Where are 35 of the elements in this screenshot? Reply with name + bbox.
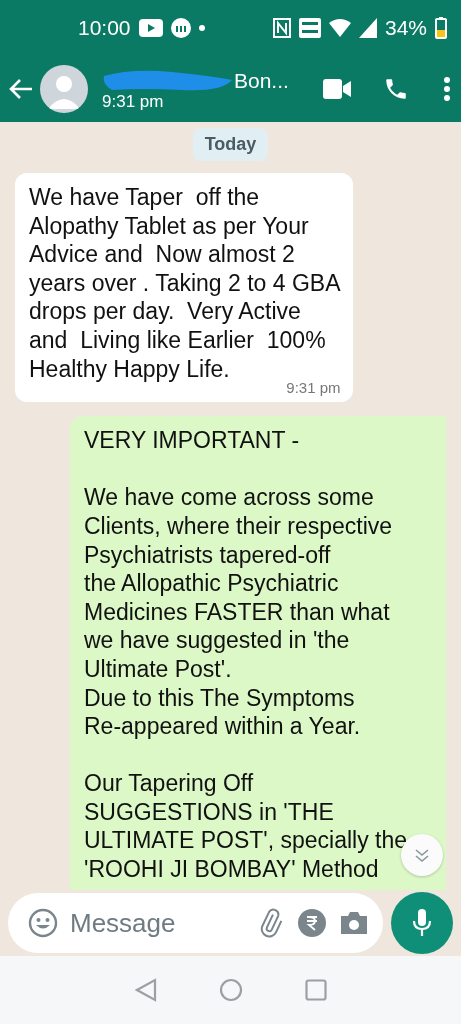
wifi-icon — [328, 19, 351, 37]
message-input-field[interactable]: Message — [70, 907, 243, 939]
recents-nav-button[interactable] — [304, 979, 327, 1001]
battery-icon — [435, 17, 447, 39]
square-recents-icon — [304, 979, 327, 1001]
wifi-calling-icon — [298, 18, 321, 38]
emoji-icon[interactable] — [28, 908, 58, 938]
triangle-back-icon — [134, 978, 157, 1002]
notification-icon — [170, 18, 191, 38]
video-camera-icon — [323, 79, 351, 99]
dot-icon — [198, 25, 205, 31]
camera-icon[interactable] — [339, 910, 369, 936]
circle-home-icon — [218, 978, 243, 1002]
date-chip: Today — [192, 128, 269, 161]
back-arrow-icon — [8, 77, 34, 101]
chevrons-down-icon — [414, 847, 430, 863]
nfc-icon — [272, 18, 291, 38]
back-nav-button[interactable] — [134, 978, 157, 1002]
contact-name[interactable]: Bon... — [234, 69, 289, 93]
last-seen: 9:31 pm — [102, 92, 165, 112]
microphone-icon — [411, 908, 433, 938]
rupee-payment-icon[interactable] — [297, 908, 327, 938]
menu-button[interactable] — [443, 76, 451, 102]
home-nav-button[interactable] — [218, 978, 243, 1002]
video-app-icon — [138, 19, 163, 37]
phone-call-button[interactable] — [383, 76, 409, 102]
contact-avatar[interactable] — [40, 65, 88, 113]
message-text: VERY IMPORTANT - We have come across some Clients, where their respective Psychiatrists tapered-off the Allopathic Psychiatric Medicines FASTER than what we have suggested in 'the Ultimate Post'. Due to this The Symptoms Re-appeared within a Year. Our Tapering Off SUGGESTIONS in 'THE ULTIMATE POST', specially the 'ROOHI JI BOMBAY' Method — [84, 426, 408, 884]
menu-icon — [443, 76, 451, 102]
battery-percent: 34% — [384, 16, 427, 40]
back-button[interactable] — [8, 77, 34, 101]
phone-icon — [383, 76, 409, 102]
video-call-button[interactable] — [323, 79, 351, 99]
status-time: 10:00 — [78, 16, 131, 40]
signal-icon — [358, 18, 377, 38]
